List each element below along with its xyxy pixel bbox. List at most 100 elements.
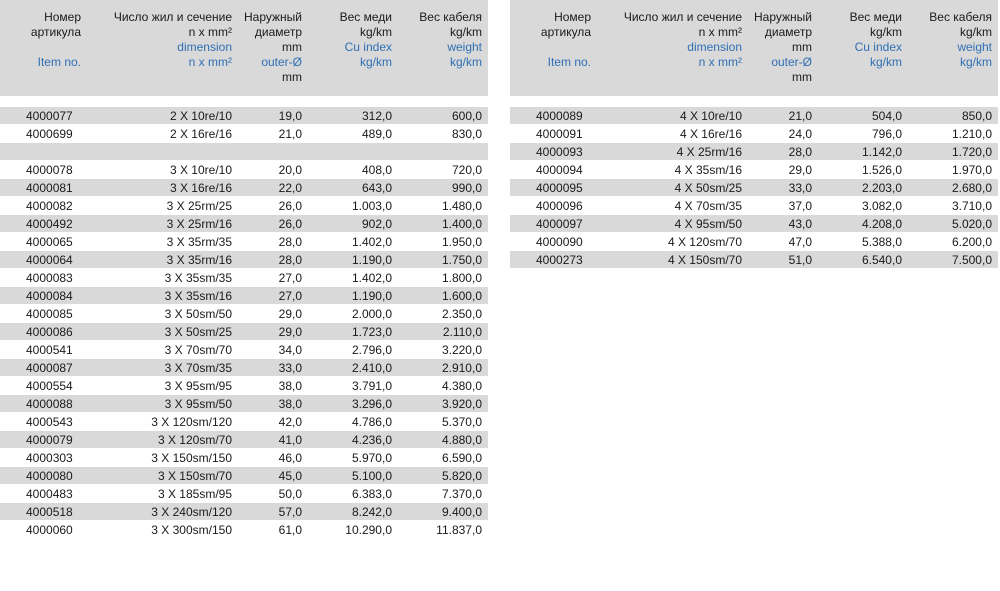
- header-cu-en-unit: kg/km: [869, 55, 902, 69]
- header-section: Число жил и сечение n x mm² dimension n …: [95, 10, 232, 70]
- cell-item-no: 4000543: [26, 415, 73, 429]
- cell-cu-weight: 5.388,0: [861, 235, 902, 249]
- header-outer-en: outer-Ø: [771, 55, 812, 69]
- table-header: Номер артикула Item no. Число жил и сече…: [510, 0, 998, 96]
- header-outer-en-unit: mm: [792, 70, 812, 84]
- cell-cu-weight: 1.723,0: [351, 325, 392, 339]
- cell-cu-weight: 3.296,0: [351, 397, 392, 411]
- cell-cu-weight: 3.082,0: [861, 199, 902, 213]
- header-weight-unit: kg/km: [449, 25, 482, 39]
- cell-cu-weight: 1.402,0: [351, 271, 392, 285]
- header-section-ru: Число жил и сечение: [623, 10, 742, 24]
- cell-item-no: 4000518: [26, 505, 73, 519]
- table-row: 4000085 3 X 50sm/50 29,0 2.000,0 2.350,0: [0, 305, 488, 323]
- cell-cu-weight: 2.000,0: [351, 307, 392, 321]
- cell-cu-weight: 312,0: [361, 109, 392, 123]
- cell-cu-weight: 6.383,0: [351, 487, 392, 501]
- cell-cu-weight: 1.142,0: [861, 145, 902, 159]
- cell-item-no: 4000554: [26, 379, 73, 393]
- header-section-en-unit: n x mm²: [188, 55, 232, 69]
- header-cu-ru: Вес меди: [339, 10, 392, 24]
- cell-cu-weight: 4.236,0: [351, 433, 392, 447]
- table-row: 4000088 3 X 95sm/50 38,0 3.296,0 3.920,0: [0, 395, 488, 413]
- cell-cable-weight: 1.480,0: [441, 199, 482, 213]
- cell-outer-diameter: 21,0: [278, 127, 302, 141]
- table-row: 4000078 3 X 10re/10 20,0 408,0 720,0: [0, 161, 488, 179]
- table-row: 4000303 3 X 150sm/150 46,0 5.970,0 6.590,0: [0, 449, 488, 467]
- header-weight-ru: Вес кабеля: [419, 10, 482, 24]
- cell-outer-diameter: 29,0: [788, 163, 812, 177]
- cell-cable-weight: 4.880,0: [441, 433, 482, 447]
- cell-outer-diameter: 29,0: [278, 325, 302, 339]
- cell-section: 3 X 70sm/35: [164, 361, 232, 375]
- cell-outer-diameter: 37,0: [788, 199, 812, 213]
- cell-cable-weight: 3.220,0: [441, 343, 482, 357]
- cell-item-no: 4000273: [536, 253, 583, 267]
- cell-cable-weight: 1.400,0: [441, 217, 482, 231]
- table-row: 4000492 3 X 25rm/16 26,0 902,0 1.400,0: [0, 215, 488, 233]
- cell-cu-weight: 504,0: [871, 109, 902, 123]
- header-item-en: Item no.: [37, 55, 81, 69]
- cell-cable-weight: 11.837,0: [436, 523, 482, 537]
- cell-outer-diameter: 61,0: [278, 523, 302, 537]
- cell-cu-weight: 1.402,0: [351, 235, 392, 249]
- table-row: 4000094 4 X 35sm/16 29,0 1.526,0 1.970,0: [510, 161, 998, 179]
- cell-cable-weight: 1.720,0: [951, 145, 992, 159]
- header-outer-diameter: Наружный диаметр mm outer-Ø mm: [240, 10, 302, 85]
- cell-section: 4 X 35sm/16: [674, 163, 742, 177]
- header-section-unit: n x mm²: [698, 25, 742, 39]
- cell-section: 3 X 25rm/25: [166, 199, 232, 213]
- cell-section: 3 X 150sm/70: [157, 469, 232, 483]
- header-cu-en: Cu index: [854, 40, 902, 54]
- cell-section: 2 X 10re/10: [169, 109, 232, 123]
- table-row: 4000518 3 X 240sm/120 57,0 8.242,0 9.400,0: [0, 503, 488, 521]
- table-row: 4000060 3 X 300sm/150 61,0 10.290,0 11.837,0: [0, 521, 488, 539]
- table-row: 4000080 3 X 150sm/70 45,0 5.100,0 5.820,0: [0, 467, 488, 485]
- cell-section: 3 X 25rm/16: [166, 217, 232, 231]
- cell-outer-diameter: 26,0: [278, 199, 302, 213]
- cell-section: 3 X 95sm/95: [164, 379, 232, 393]
- cell-section: 3 X 185sm/95: [157, 487, 232, 501]
- table-row: 4000065 3 X 35rm/35 28,0 1.402,0 1.950,0: [0, 233, 488, 251]
- cell-cable-weight: 2.910,0: [441, 361, 482, 375]
- cell-cable-weight: 1.970,0: [951, 163, 992, 177]
- cell-outer-diameter: 51,0: [788, 253, 812, 267]
- cell-item-no: 4000303: [26, 451, 73, 465]
- table-row: 4000089 4 X 10re/10 21,0 504,0 850,0: [510, 107, 998, 125]
- cell-item-no: 4000091: [536, 127, 583, 141]
- header-weight-en: weight: [447, 40, 482, 54]
- cell-cable-weight: 7.370,0: [441, 487, 482, 501]
- table-row: 4000093 4 X 25rm/16 28,0 1.142,0 1.720,0: [510, 143, 998, 161]
- cell-item-no: 4000077: [26, 109, 73, 123]
- cell-cu-weight: 4.208,0: [861, 217, 902, 231]
- header-section-en: dimension: [687, 40, 742, 54]
- cell-section: 2 X 16re/16: [169, 127, 232, 141]
- table-row: 4000273 4 X 150sm/70 51,0 6.540,0 7.500,0: [510, 251, 998, 269]
- table-row: 4000091 4 X 16re/16 24,0 796,0 1.210,0: [510, 125, 998, 143]
- cell-cu-weight: 3.791,0: [351, 379, 392, 393]
- cable-table-left: Номер артикула Item no. Число жил и сече…: [0, 0, 488, 539]
- header-weight-en-unit: kg/km: [449, 55, 482, 69]
- cell-cu-weight: 10.290,0: [345, 523, 392, 537]
- table-row: 4000090 4 X 120sm/70 47,0 5.388,0 6.200,0: [510, 233, 998, 251]
- cell-cable-weight: 3.710,0: [951, 199, 992, 213]
- header-weight-ru: Вес кабеля: [929, 10, 992, 24]
- table-header: Номер артикула Item no. Число жил и сече…: [0, 0, 488, 96]
- cell-cable-weight: 720,0: [451, 163, 482, 177]
- header-section-en-unit: n x mm²: [698, 55, 742, 69]
- table-row: 4000554 3 X 95sm/95 38,0 3.791,0 4.380,0: [0, 377, 488, 395]
- cell-cable-weight: 5.020,0: [951, 217, 992, 231]
- cell-item-no: 4000065: [26, 235, 73, 249]
- cell-item-no: 4000541: [26, 343, 73, 357]
- cell-section: 3 X 16re/16: [169, 181, 232, 195]
- cell-cable-weight: 7.500,0: [951, 253, 992, 267]
- cell-outer-diameter: 46,0: [278, 451, 302, 465]
- table-row: 4000096 4 X 70sm/35 37,0 3.082,0 3.710,0: [510, 197, 998, 215]
- table-row: 4000095 4 X 50sm/25 33,0 2.203,0 2.680,0: [510, 179, 998, 197]
- cell-cu-weight: 2.796,0: [351, 343, 392, 357]
- cell-cable-weight: 5.820,0: [441, 469, 482, 483]
- header-cu-weight: Вес меди kg/km Cu index kg/km: [310, 10, 392, 70]
- header-item-ru: Номер артикула: [540, 10, 591, 39]
- cell-cu-weight: 6.540,0: [861, 253, 902, 267]
- header-outer-en: outer-Ø: [261, 55, 302, 69]
